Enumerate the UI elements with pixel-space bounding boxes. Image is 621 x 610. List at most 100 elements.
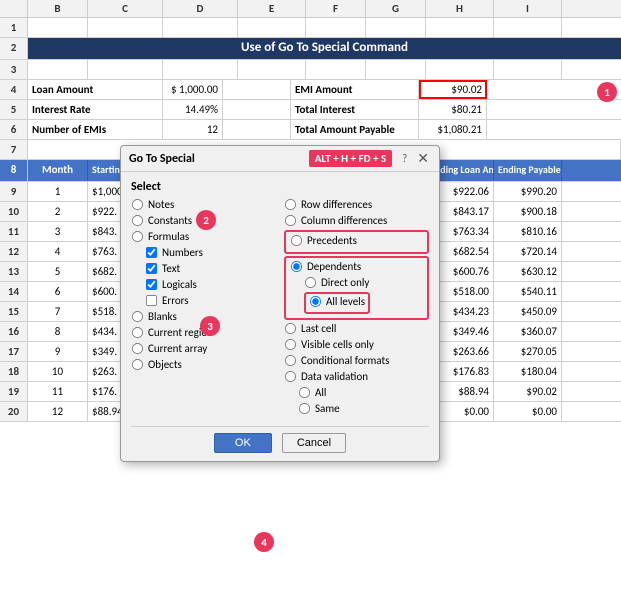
- rownum-19: 19: [0, 382, 28, 401]
- cell-g1: [366, 18, 426, 37]
- cell-month-5: 5: [28, 262, 88, 281]
- label-total-payable: Total Amount Payable: [291, 120, 419, 139]
- cell-ep-3: $810.16: [494, 222, 562, 241]
- dialog-question-mark: ?: [402, 152, 407, 165]
- cell-i1: [494, 18, 562, 37]
- option-direct-only[interactable]: Direct only: [304, 276, 423, 289]
- option-text[interactable]: Text: [145, 262, 276, 275]
- badge-1: 1: [597, 82, 617, 102]
- option-col-diff[interactable]: Column differences: [284, 214, 429, 227]
- cell-ep-12: $0.00: [494, 402, 562, 421]
- row-5: 5 Interest Rate 14.49% Total Interest $8…: [0, 100, 621, 120]
- dialog-options: Notes Constants Formulas Numbers Text Lo…: [131, 198, 429, 418]
- rownum-13: 13: [0, 262, 28, 281]
- val-interest-rate: 14.49%: [163, 100, 223, 119]
- option-data-validation[interactable]: Data validation: [284, 370, 429, 383]
- cell-month-12: 12: [28, 402, 88, 421]
- option-numbers[interactable]: Numbers: [145, 246, 276, 259]
- option-formulas[interactable]: Formulas: [131, 230, 276, 243]
- cell-ep-11: $90.02: [494, 382, 562, 401]
- option-visible-only[interactable]: Visible cells only: [284, 338, 429, 351]
- option-dependents[interactable]: Dependents: [290, 260, 423, 273]
- cell-e1: [238, 18, 306, 37]
- cell-month-8: 8: [28, 322, 88, 341]
- col-header-i: I: [494, 0, 562, 17]
- val-total-payable: $1,080.21: [419, 120, 487, 139]
- option-same-sub[interactable]: Same: [298, 402, 429, 415]
- rownum-12: 12: [0, 242, 28, 261]
- rownum-16: 16: [0, 322, 28, 341]
- cell-ep-9: $270.05: [494, 342, 562, 361]
- option-row-diff[interactable]: Row differences: [284, 198, 429, 211]
- cell-c1: [88, 18, 163, 37]
- ok-button[interactable]: OK: [214, 433, 272, 453]
- badge-2: 2: [196, 210, 216, 230]
- col-header-c: C: [88, 0, 163, 17]
- option-current-array[interactable]: Current array: [131, 342, 276, 355]
- dialog-title: Go To Special: [129, 152, 195, 166]
- cell-d1: [163, 18, 238, 37]
- rownum-20: 20: [0, 402, 28, 421]
- row-2: 2 Use of Go To Special Command: [0, 38, 621, 60]
- cell-f1: [306, 18, 366, 37]
- precedents-box: Precedents: [284, 230, 429, 254]
- cell-month-4: 4: [28, 242, 88, 261]
- cell-ep-4: $720.14: [494, 242, 562, 261]
- cell-month-6: 6: [28, 282, 88, 301]
- dialog-buttons: OK Cancel: [131, 426, 429, 453]
- corner-cell: [0, 0, 28, 17]
- cell-month-10: 10: [28, 362, 88, 381]
- rownum-7: 7: [0, 140, 28, 159]
- option-objects[interactable]: Objects: [131, 358, 276, 371]
- option-last-cell[interactable]: Last cell: [284, 322, 429, 335]
- cell-ep-1: $990.20: [494, 182, 562, 201]
- val-emi-amount: $90.02: [419, 80, 487, 99]
- option-logicals[interactable]: Logicals: [145, 278, 276, 291]
- dialog-select-label: Select: [131, 180, 429, 194]
- cell-month-11: 11: [28, 382, 88, 401]
- cell-month-7: 7: [28, 302, 88, 321]
- label-emi-amount: EMI Amount: [291, 80, 419, 99]
- cell-ep-2: $900.18: [494, 202, 562, 221]
- option-errors[interactable]: Errors: [145, 294, 276, 307]
- val-num-emis: 12: [163, 120, 223, 139]
- rownum-15: 15: [0, 302, 28, 321]
- rownum-18: 18: [0, 362, 28, 381]
- go-to-special-dialog: Go To Special ALT + H + FD + S ? ✕ Selec…: [120, 145, 440, 462]
- cell-ep-7: $450.09: [494, 302, 562, 321]
- row-3: 3: [0, 60, 621, 80]
- rownum-8: 8: [0, 160, 28, 181]
- dialog-close-button[interactable]: ✕: [415, 150, 431, 167]
- cell-ep-10: $180.04: [494, 362, 562, 381]
- col-header-g: G: [366, 0, 426, 17]
- badge-3: 3: [200, 316, 220, 336]
- dialog-titlebar: Go To Special ALT + H + FD + S ? ✕: [121, 146, 439, 172]
- option-all-sub[interactable]: All: [298, 386, 429, 399]
- rownum-9: 9: [0, 182, 28, 201]
- column-headers: B C D E F G H I: [0, 0, 621, 18]
- option-precedents[interactable]: Precedents: [290, 234, 423, 247]
- row-4: 4 Loan Amount $ 1,000.00 EMI Amount $90.…: [0, 80, 621, 100]
- row-1: 1: [0, 18, 621, 38]
- cell-month-3: 3: [28, 222, 88, 241]
- cancel-button[interactable]: Cancel: [282, 433, 346, 453]
- row-6: 6 Number of EMIs 12 Total Amount Payable…: [0, 120, 621, 140]
- col-header-f: F: [306, 0, 366, 17]
- cell-ep-5: $630.12: [494, 262, 562, 281]
- label-interest-rate: Interest Rate: [28, 100, 163, 119]
- option-notes[interactable]: Notes: [131, 198, 276, 211]
- rownum-11: 11: [0, 222, 28, 241]
- rownum-5: 5: [0, 100, 28, 119]
- dialog-body: Select Notes Constants Formulas Numbers …: [121, 172, 439, 461]
- badge-4: 4: [254, 532, 274, 552]
- option-all-levels[interactable]: All levels: [309, 295, 365, 308]
- cell-month-1: 1: [28, 182, 88, 201]
- col-header-h: H: [426, 0, 494, 17]
- rownum-4: 4: [0, 80, 28, 99]
- dependents-box: Dependents Direct only All levels: [284, 256, 429, 320]
- rownum-17: 17: [0, 342, 28, 361]
- rownum-1: 1: [0, 18, 28, 37]
- cell-month-9: 9: [28, 342, 88, 361]
- val-total-interest: $80.21: [419, 100, 487, 119]
- option-conditional-formats[interactable]: Conditional formats: [284, 354, 429, 367]
